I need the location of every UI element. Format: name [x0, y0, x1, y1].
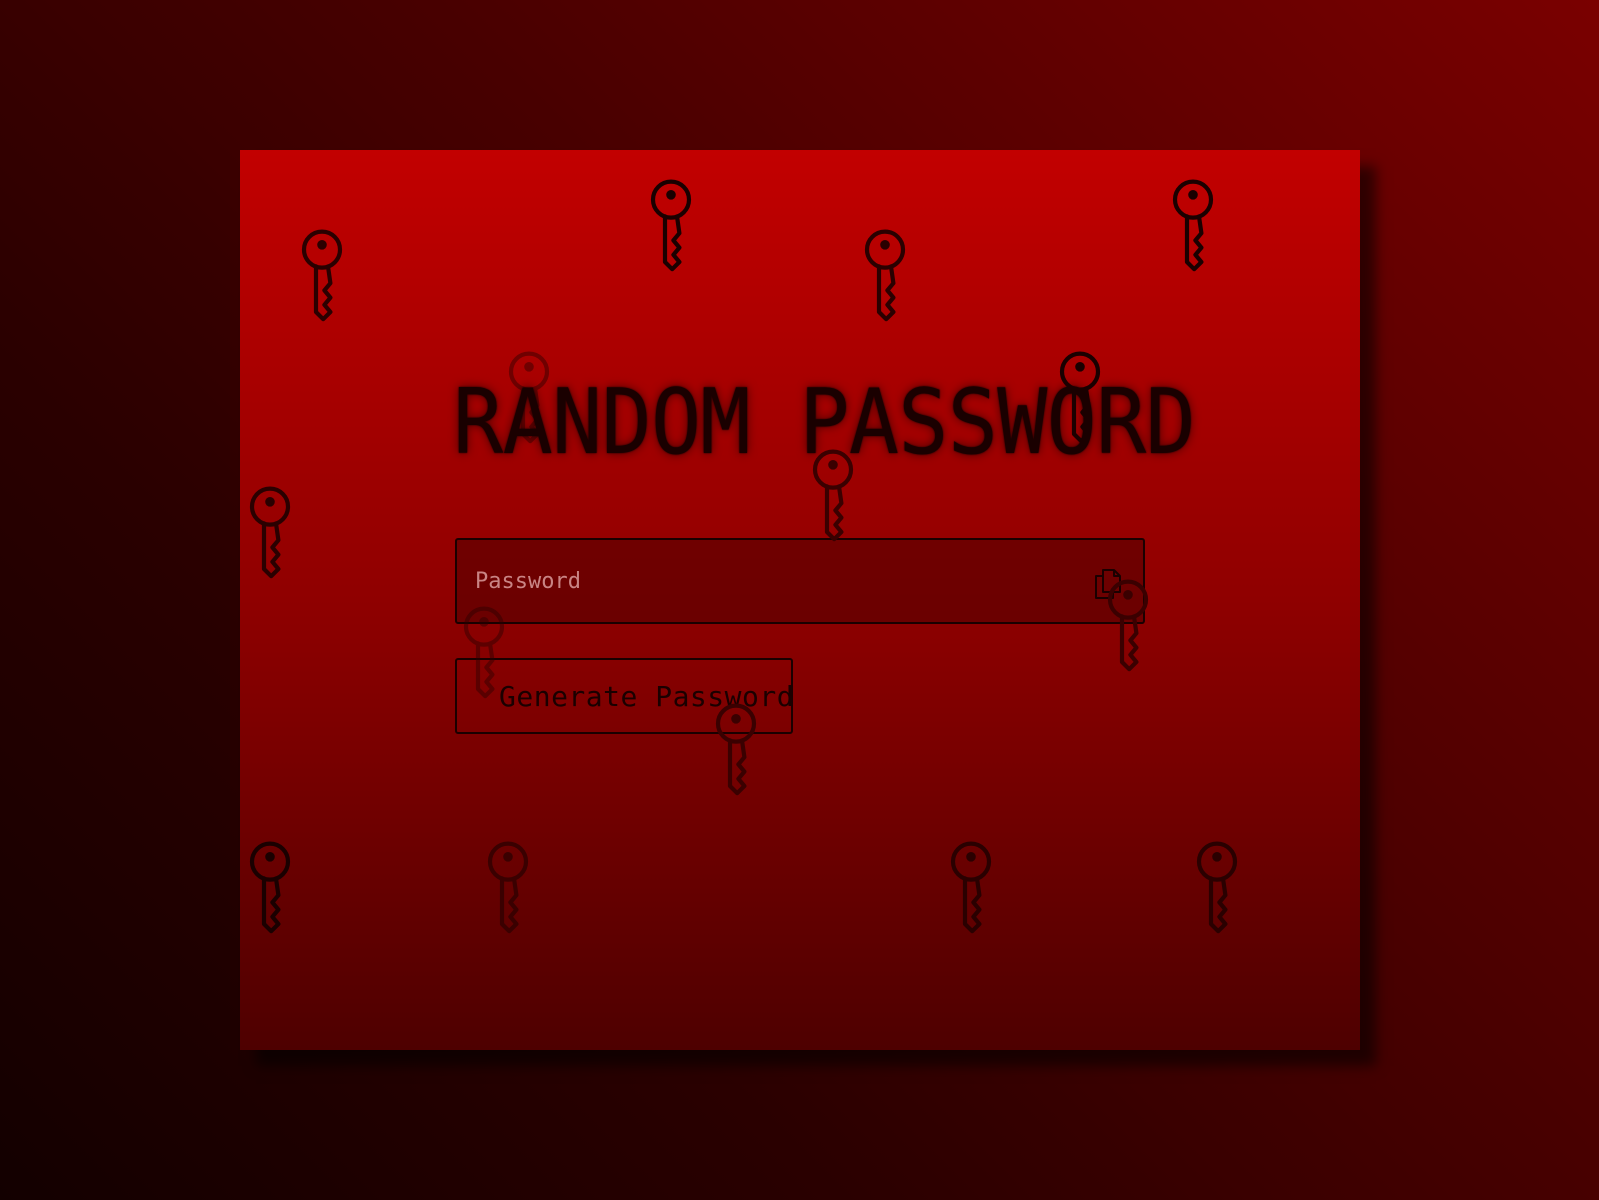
password-input[interactable]	[457, 540, 1057, 622]
key-icon	[1054, 350, 1106, 446]
key-icon	[458, 605, 510, 701]
key-icon	[296, 228, 348, 324]
key-icon	[645, 178, 697, 274]
key-icon	[807, 448, 859, 544]
key-icon	[710, 702, 762, 798]
main-panel: RANDOM PASSWORD Generate Password	[240, 150, 1360, 1050]
key-icon	[945, 840, 997, 936]
key-icon	[1102, 578, 1154, 674]
key-icon	[1191, 840, 1243, 936]
key-icon	[1167, 178, 1219, 274]
key-icon	[244, 485, 296, 581]
key-icon	[859, 228, 911, 324]
key-icon	[482, 840, 534, 936]
password-field	[455, 538, 1145, 624]
key-icon	[244, 840, 296, 936]
